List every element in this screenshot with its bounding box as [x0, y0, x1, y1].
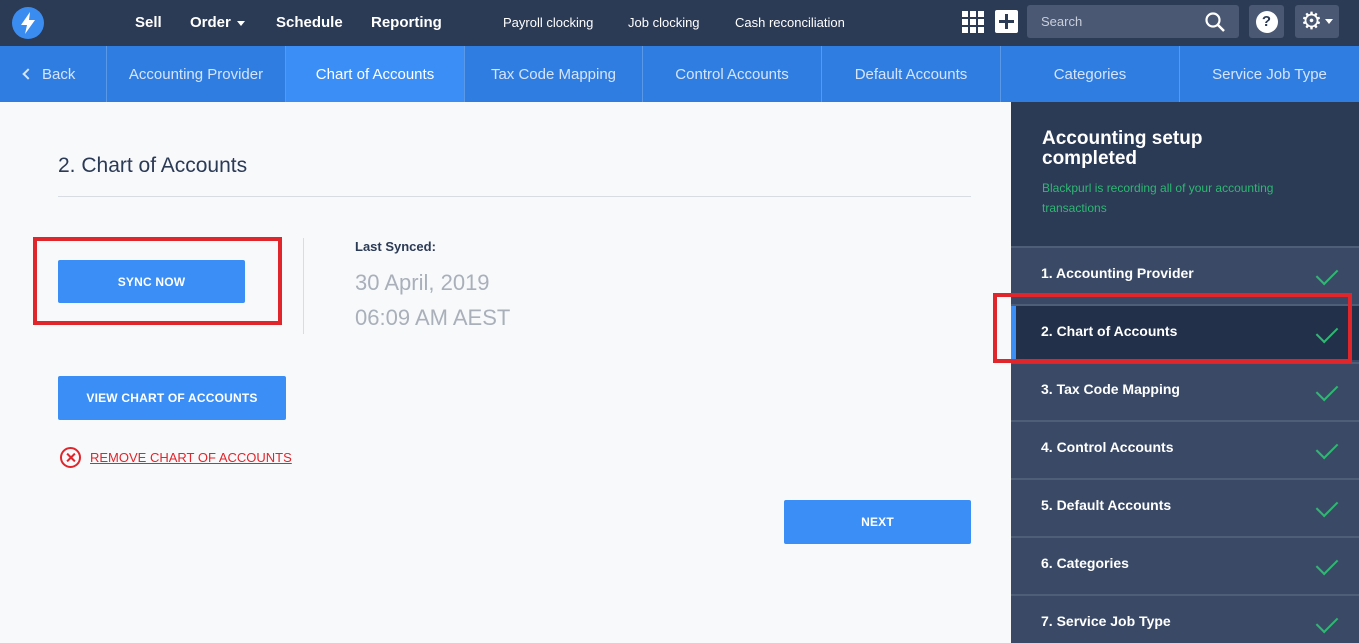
checkmark-icon [1315, 378, 1339, 402]
checkmark-icon [1315, 436, 1339, 460]
help-icon: ? [1255, 10, 1278, 33]
tab-tax-code-mapping[interactable]: Tax Code Mapping [465, 46, 643, 102]
lightning-bolt-icon [21, 12, 35, 34]
sidebar-header: Accounting setup completed Blackpurl is … [1011, 102, 1359, 246]
last-synced-date: 30 April, 2019 [355, 270, 490, 295]
remove-circle-icon[interactable] [60, 447, 81, 468]
setup-progress-sidebar: Accounting setup completed Blackpurl is … [1011, 102, 1359, 643]
remove-chart-of-accounts-link[interactable]: REMOVE CHART OF ACCOUNTS [90, 450, 292, 465]
tab-categories[interactable]: Categories [1001, 46, 1180, 102]
add-new-icon[interactable] [995, 10, 1018, 33]
checkmark-icon [1315, 552, 1339, 576]
nav-order[interactable]: Order [190, 14, 245, 31]
apps-grid-icon[interactable] [962, 11, 984, 33]
search-icon[interactable] [1205, 12, 1225, 32]
app-logo[interactable] [12, 7, 44, 39]
view-chart-of-accounts-button[interactable]: VIEW CHART OF ACCOUNTS [58, 376, 286, 420]
sidebar-step-tax-code-mapping[interactable]: 3. Tax Code Mapping [1011, 362, 1359, 418]
next-button[interactable]: NEXT [784, 500, 971, 544]
tab-default-accounts[interactable]: Default Accounts [822, 46, 1001, 102]
sidebar-title: Accounting setup completed [1042, 128, 1203, 169]
step-label: 5. Default Accounts [1041, 497, 1172, 513]
step-label: 7. Service Job Type [1041, 613, 1171, 629]
search-input[interactable] [1027, 5, 1202, 38]
tab-chart-of-accounts[interactable]: Chart of Accounts [286, 46, 465, 102]
nav-cash-reconciliation[interactable]: Cash reconciliation [735, 15, 845, 30]
step-highlight-annotation [993, 293, 1352, 363]
step-label: 1. Accounting Provider [1041, 265, 1194, 281]
page-title: 2. Chart of Accounts [58, 154, 248, 177]
checkmark-icon [1315, 262, 1339, 286]
search-box [1027, 5, 1239, 38]
sidebar-step-service-job-type[interactable]: 7. Service Job Type [1011, 594, 1359, 643]
back-label: Back [42, 65, 76, 83]
checkmark-icon [1315, 610, 1339, 634]
tab-control-accounts[interactable]: Control Accounts [643, 46, 822, 102]
tab-accounting-provider[interactable]: Accounting Provider [107, 46, 286, 102]
setup-tabs: Back Accounting Provider Chart of Accoun… [0, 46, 1359, 102]
nav-job-clocking[interactable]: Job clocking [628, 15, 700, 30]
nav-payroll-clocking[interactable]: Payroll clocking [503, 15, 593, 30]
nav-order-label: Order [190, 14, 231, 31]
last-synced-label: Last Synced: [355, 239, 436, 254]
chevron-down-icon [1325, 19, 1334, 24]
title-divider [58, 196, 971, 197]
top-navigation-bar: Sell Order Schedule Reporting Payroll cl… [0, 0, 1359, 46]
step-label: 6. Categories [1041, 555, 1129, 571]
sidebar-step-categories[interactable]: 6. Categories [1011, 536, 1359, 592]
back-tab[interactable]: Back [0, 46, 107, 102]
step-label: 3. Tax Code Mapping [1041, 381, 1180, 397]
nav-schedule[interactable]: Schedule [276, 14, 343, 31]
checkmark-icon [1315, 494, 1339, 518]
sidebar-step-default-accounts[interactable]: 5. Default Accounts [1011, 478, 1359, 534]
main-content: 2. Chart of Accounts SYNC NOW Last Synce… [0, 102, 1011, 643]
chevron-down-icon [236, 20, 245, 26]
sync-highlight-annotation [33, 237, 282, 325]
help-button[interactable]: ? [1249, 5, 1284, 38]
vertical-divider [303, 238, 304, 334]
settings-button[interactable]: ⚙ [1295, 5, 1339, 38]
sidebar-subtitle: Blackpurl is recording all of your accou… [1042, 181, 1274, 215]
step-label: 4. Control Accounts [1041, 439, 1174, 455]
tab-service-job-type[interactable]: Service Job Type [1180, 46, 1359, 102]
nav-sell[interactable]: Sell [135, 14, 162, 31]
gear-icon: ⚙ [1300, 8, 1323, 35]
nav-reporting[interactable]: Reporting [371, 14, 442, 31]
last-synced-time: 06:09 AM AEST [355, 305, 511, 330]
chevron-left-icon [22, 68, 34, 80]
sidebar-step-control-accounts[interactable]: 4. Control Accounts [1011, 420, 1359, 476]
